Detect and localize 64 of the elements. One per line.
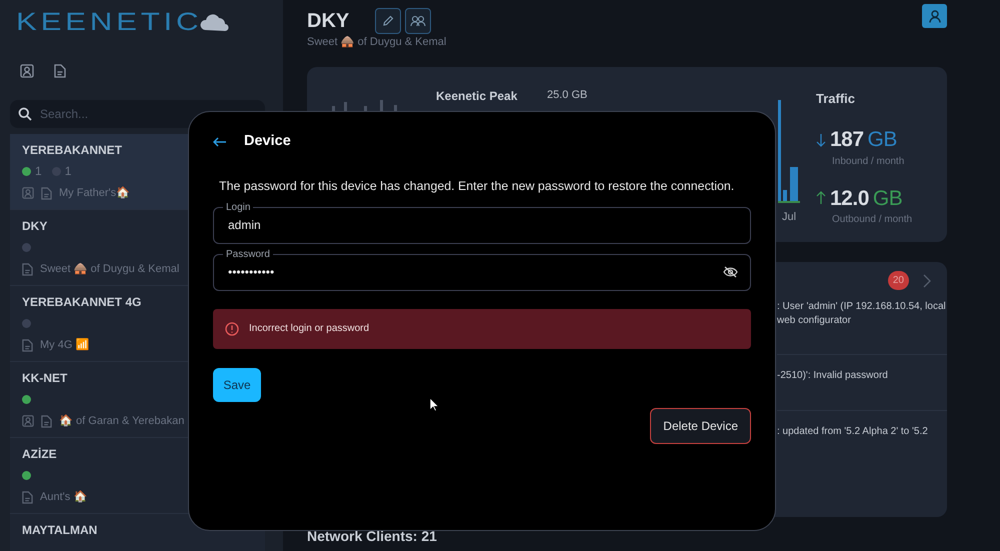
alert-icon xyxy=(225,322,239,336)
password-field[interactable]: Password ••••••••••• xyxy=(213,250,751,291)
eye-slash-icon[interactable] xyxy=(723,266,738,278)
logo: KEENETIC xyxy=(16,10,202,34)
count-badge: 20 xyxy=(888,271,909,290)
field-label: Login xyxy=(225,202,252,213)
users-button[interactable] xyxy=(405,8,432,34)
up-arrow-icon xyxy=(816,191,826,206)
document-icon xyxy=(41,186,52,200)
axis-label: Jul xyxy=(781,210,798,224)
status-count: 1 xyxy=(64,163,72,180)
page-subtitle: Sweet 🛖 of Duygu & Kemal xyxy=(307,35,446,50)
field-label: Password xyxy=(225,250,271,260)
event-text: : updated from '5.2 Alpha 2' to '5.2 xyxy=(777,424,929,438)
event-text: web configurator xyxy=(777,314,852,328)
traffic-unit: GB xyxy=(872,186,902,212)
device-description: 🏠 of Garan & Yerebakan xyxy=(59,414,184,429)
usage-value: 25.0 GB xyxy=(547,88,588,102)
document-icon[interactable] xyxy=(54,64,66,78)
back-arrow-icon[interactable] xyxy=(213,136,227,146)
device-name[interactable]: DKY xyxy=(22,217,48,235)
login-field[interactable]: Login admin xyxy=(213,202,751,244)
dialog-title: Device xyxy=(244,132,291,151)
error-message: Incorrect login or password xyxy=(249,322,370,336)
device-name[interactable]: KK-NET xyxy=(22,369,68,387)
device-name[interactable]: AZİZE xyxy=(22,445,57,463)
device-description: Aunt's 🏠 xyxy=(40,490,88,505)
login-input[interactable]: admin xyxy=(226,214,706,235)
device-description: My 4G 📶 xyxy=(40,337,90,353)
traffic-value: 12.0 xyxy=(830,186,869,212)
device-name[interactable]: MAYTALMAN xyxy=(22,521,98,539)
edit-button[interactable] xyxy=(375,8,402,34)
section-title: Network Clients: 21 xyxy=(307,526,438,546)
status-count: 1 xyxy=(35,163,42,180)
traffic-title: Traffic xyxy=(816,90,856,108)
page-title: DKY xyxy=(307,9,350,34)
document-icon xyxy=(22,338,33,352)
profile-button[interactable] xyxy=(922,4,947,28)
event-text: : User 'admin' (IP 192.168.10.54, local xyxy=(777,300,947,314)
cloud-icon xyxy=(199,13,232,31)
document-icon xyxy=(22,490,33,504)
traffic-caption: Outbound / month xyxy=(831,213,914,227)
mouse-pointer-icon xyxy=(429,397,439,412)
event-text: -2510)': Invalid password xyxy=(777,368,889,382)
people-icon xyxy=(410,15,426,27)
pencil-icon xyxy=(382,15,394,27)
device-description: My Father's🏠 xyxy=(59,186,130,201)
device-description: Sweet 🛖 of Duygu & Kemal xyxy=(40,262,180,277)
save-button[interactable]: Save xyxy=(213,368,261,402)
search-icon xyxy=(18,107,32,121)
down-arrow-icon xyxy=(816,132,826,147)
password-input[interactable]: ••••••••••• xyxy=(226,262,706,282)
traffic-caption: Inbound / month xyxy=(831,154,906,168)
dialog-message: The password for this device has changed. Enter the new password to restore the connection. xyxy=(218,178,736,195)
document-icon xyxy=(41,414,52,428)
contact-icon[interactable] xyxy=(20,64,34,78)
traffic-value: 187 xyxy=(830,127,864,153)
person-icon xyxy=(928,10,940,22)
model-name: Keenetic Peak xyxy=(436,88,518,104)
device-name[interactable]: YEREBAKANNET xyxy=(22,141,122,159)
device-name[interactable]: YEREBAKANNET 4G xyxy=(22,293,142,311)
traffic-unit: GB xyxy=(868,127,897,153)
delete-device-button[interactable]: Delete Device xyxy=(650,408,751,444)
document-icon xyxy=(22,262,33,276)
